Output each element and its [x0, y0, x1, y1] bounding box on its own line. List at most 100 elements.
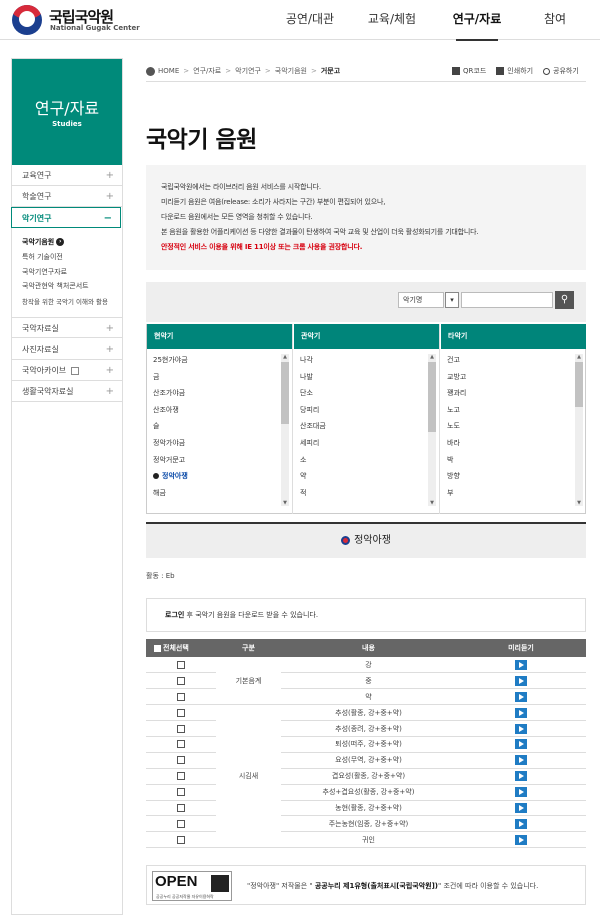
breadcrumb-item[interactable]: 국악기음원	[275, 67, 307, 75]
play-icon[interactable]	[515, 771, 527, 782]
instrument-item[interactable]: 단소	[300, 385, 428, 402]
scroll-down-icon[interactable]: ▼	[428, 500, 436, 506]
instrument-item[interactable]: 교방고	[447, 369, 575, 386]
scrollbar-thumb[interactable]	[281, 362, 289, 424]
instrument-item[interactable]: 약	[300, 468, 428, 485]
breadcrumb-item[interactable]: 악기연구	[235, 67, 261, 75]
instrument-item[interactable]: 25현가야금	[153, 352, 281, 369]
play-icon[interactable]	[515, 659, 527, 670]
sidebar-sub-creative[interactable]: 창작을 위한 국악기 이해와 활용	[22, 296, 108, 306]
instrument-item[interactable]: 꽹과리	[447, 385, 575, 402]
search-select[interactable]: 악기명	[398, 292, 444, 308]
row-checkbox[interactable]	[177, 724, 185, 733]
scroll-up-icon[interactable]: ▲	[575, 354, 583, 360]
login-link[interactable]: 로그인	[165, 611, 184, 619]
instrument-item[interactable]: 정악가야금	[153, 435, 281, 452]
instrument-item[interactable]: 적	[300, 485, 428, 502]
instrument-item[interactable]: 나발	[300, 369, 428, 386]
instrument-item[interactable]: 부	[447, 485, 575, 502]
play-icon[interactable]	[515, 691, 527, 702]
nav-education[interactable]: 교육/체험	[350, 0, 434, 40]
row-checkbox[interactable]	[177, 740, 185, 749]
scroll-up-icon[interactable]: ▲	[281, 354, 289, 360]
row-checkbox[interactable]	[177, 756, 185, 765]
scrollbar[interactable]: ▲ ▼	[281, 354, 289, 506]
sidebar-item-instrument-research[interactable]: 악기연구 −	[11, 207, 121, 228]
login-notice-text: 후 국악기 음원을 다운로드 받을 수 있습니다.	[184, 611, 319, 619]
row-checkbox[interactable]	[177, 692, 185, 701]
play-icon[interactable]	[515, 707, 527, 718]
row-content: 주는농현(임종, 강+중+약)	[281, 815, 456, 833]
table-row: 추성(종려, 강+중+약)	[146, 720, 586, 737]
chevron-down-icon[interactable]: ▾	[445, 292, 459, 308]
scrollbar-thumb[interactable]	[428, 362, 436, 432]
select-all-header[interactable]: 전체선택	[146, 639, 216, 657]
instrument-item[interactable]: 방향	[447, 468, 575, 485]
instrument-item[interactable]: 산조아쟁	[153, 402, 281, 419]
row-checkbox[interactable]	[177, 819, 185, 828]
play-icon[interactable]	[515, 818, 527, 829]
scrollbar[interactable]: ▲ ▼	[428, 354, 436, 506]
sidebar-item-photo[interactable]: 사진자료실 +	[12, 339, 122, 360]
play-icon[interactable]	[515, 755, 527, 766]
scroll-down-icon[interactable]: ▼	[575, 500, 583, 506]
instrument-item[interactable]: 해금	[153, 485, 281, 502]
breadcrumb-current[interactable]: 거문고	[321, 67, 340, 75]
sidebar-sub-concert[interactable]: 국악관현악 책처콘서트	[22, 281, 89, 291]
nav-participation[interactable]: 참여	[520, 0, 590, 40]
scrollbar[interactable]: ▲ ▼	[575, 354, 583, 506]
instrument-item[interactable]: 건고	[447, 352, 575, 369]
play-icon[interactable]	[515, 739, 527, 750]
instrument-item[interactable]: 노도	[447, 418, 575, 435]
search-icon: ⚲	[560, 294, 569, 305]
share-icon	[543, 67, 551, 75]
breadcrumb-home[interactable]: HOME	[158, 67, 179, 75]
instrument-item[interactable]: 정악아쟁	[153, 468, 281, 485]
scroll-up-icon[interactable]: ▲	[428, 354, 436, 360]
sidebar-item-academic-research[interactable]: 학술연구 +	[12, 186, 122, 207]
row-checkbox[interactable]	[177, 788, 185, 797]
instrument-item[interactable]: 박	[447, 452, 575, 469]
sidebar-sub-data[interactable]: 국악기연구자료	[22, 267, 67, 277]
site-logo[interactable]: 국립국악원 National Gugak Center	[12, 5, 142, 35]
instrument-item[interactable]: 노고	[447, 402, 575, 419]
scrollbar-thumb[interactable]	[575, 362, 583, 407]
instrument-item[interactable]: 산조대금	[300, 418, 428, 435]
search-button[interactable]: ⚲	[555, 291, 574, 309]
instrument-item[interactable]: 슬	[153, 418, 281, 435]
print-button[interactable]: 인쇄하기	[496, 60, 533, 82]
sidebar-item-archive[interactable]: 국악아카이브 +	[12, 360, 122, 381]
row-checkbox[interactable]	[177, 660, 185, 669]
row-checkbox[interactable]	[177, 676, 185, 685]
scroll-down-icon[interactable]: ▼	[281, 500, 289, 506]
row-checkbox[interactable]	[177, 803, 185, 812]
play-icon[interactable]	[515, 834, 527, 845]
play-icon[interactable]	[515, 787, 527, 798]
row-checkbox[interactable]	[177, 772, 185, 781]
instrument-item[interactable]: 금	[153, 369, 281, 386]
play-icon[interactable]	[515, 723, 527, 734]
row-checkbox[interactable]	[177, 708, 185, 717]
selected-instrument-title: 정악아쟁	[354, 535, 391, 546]
sidebar-sub-instrument-audio[interactable]: 국악기음원 ›	[22, 237, 65, 247]
instrument-item[interactable]: 바라	[447, 435, 575, 452]
instrument-item[interactable]: 나각	[300, 352, 428, 369]
nav-research[interactable]: 연구/자료	[434, 0, 520, 41]
breadcrumb-item[interactable]: 연구/자료	[193, 67, 221, 75]
instrument-item[interactable]: 정악거문고	[153, 452, 281, 469]
sidebar-item-archive-room[interactable]: 국악자료실 +	[12, 317, 122, 338]
instrument-item[interactable]: 소	[300, 452, 428, 469]
sidebar-item-life-archive[interactable]: 생활국악자료실 +	[12, 381, 122, 402]
instrument-item[interactable]: 산조가야금	[153, 385, 281, 402]
sidebar-sub-patent[interactable]: 특허 기술이전	[22, 252, 63, 262]
sidebar-item-education-research[interactable]: 교육연구 +	[12, 165, 122, 186]
play-icon[interactable]	[515, 802, 527, 813]
instrument-item[interactable]: 세피리	[300, 435, 428, 452]
search-input[interactable]	[461, 292, 553, 308]
nav-performance[interactable]: 공연/대관	[270, 0, 350, 40]
play-icon[interactable]	[515, 675, 527, 686]
instrument-item[interactable]: 당피리	[300, 402, 428, 419]
share-button[interactable]: 공유하기	[543, 60, 579, 82]
row-checkbox[interactable]	[177, 835, 185, 844]
qr-button[interactable]: QR코드	[452, 60, 486, 82]
